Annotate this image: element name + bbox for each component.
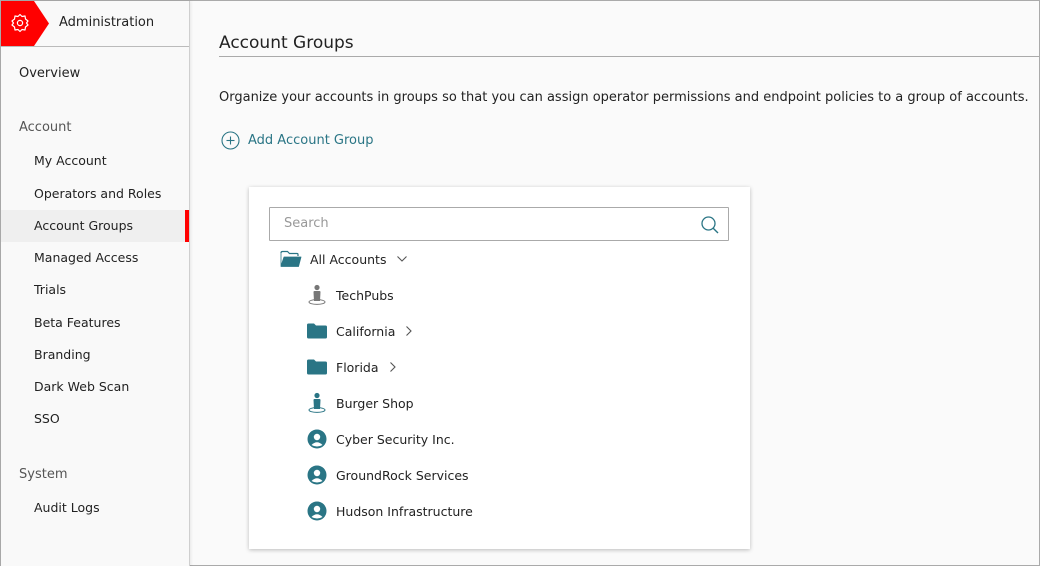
tree-item-label: California	[336, 323, 396, 339]
folder-icon	[306, 356, 328, 378]
tree-item-label: TechPubs	[336, 287, 394, 303]
managed-account-icon	[306, 284, 328, 306]
search-icon[interactable]	[700, 215, 720, 235]
folder-open-icon	[280, 248, 302, 270]
tree-item-label: Hudson Infrastructure	[336, 503, 473, 519]
gear-icon	[11, 13, 29, 33]
sidebar-item-label: Trials	[34, 282, 67, 297]
sidebar-item-audit-logs[interactable]: Audit Logs	[1, 492, 189, 524]
sidebar-item-label: Dark Web Scan	[34, 379, 130, 394]
sidebar-item-label: Branding	[34, 347, 91, 362]
sidebar-item-trials[interactable]: Trials	[1, 274, 189, 306]
sidebar-title: Administration	[59, 15, 155, 30]
sidebar-item-label: Beta Features	[34, 315, 121, 330]
managed-account-icon	[306, 392, 328, 414]
add-account-group-label: Add Account Group	[248, 133, 374, 148]
tree-item-label: Burger Shop	[336, 395, 414, 411]
folder-icon	[306, 320, 328, 342]
sidebar-item-label: Operators and Roles	[34, 186, 162, 201]
sidebar-item-label: Audit Logs	[34, 500, 100, 515]
sidebar-item-dark-web-scan[interactable]: Dark Web Scan	[1, 371, 189, 403]
tree-item-label: GroundRock Services	[336, 467, 469, 483]
sidebar-item-managed-access[interactable]: Managed Access	[1, 242, 189, 274]
account-icon	[306, 428, 328, 450]
chevron-right-icon[interactable]	[405, 325, 413, 337]
sidebar-item-sso[interactable]: SSO	[1, 403, 189, 435]
brand-badge	[1, 1, 49, 46]
sidebar-item-label: SSO	[34, 411, 60, 426]
tree-root-all-accounts[interactable]: All Accounts	[280, 247, 408, 271]
title-divider	[219, 56, 1040, 57]
sidebar-item-beta-features[interactable]: Beta Features	[1, 307, 189, 339]
page-description: Organize your accounts in groups so that…	[219, 90, 1029, 105]
account-icon	[306, 500, 328, 522]
sidebar-item-operators-and-roles[interactable]: Operators and Roles	[1, 178, 189, 210]
tree-item-hudson-infrastructure[interactable]: Hudson Infrastructure	[306, 499, 473, 523]
tree-item-techpubs[interactable]: TechPubs	[306, 283, 394, 307]
sidebar-item-label: Managed Access	[34, 250, 139, 265]
chevron-down-icon[interactable]	[396, 255, 408, 263]
account-icon	[306, 464, 328, 486]
sidebar-item-my-account[interactable]: My Account	[1, 145, 189, 177]
search-input[interactable]	[284, 216, 684, 231]
account-tree-panel: All Accounts TechPubs California	[249, 187, 750, 549]
tree-item-burger-shop[interactable]: Burger Shop	[306, 391, 414, 415]
chevron-right-icon[interactable]	[389, 361, 397, 373]
sidebar-item-overview[interactable]: Overview	[19, 66, 80, 81]
tree-item-cyber-security-inc[interactable]: Cyber Security Inc.	[306, 427, 455, 451]
tree-root-label: All Accounts	[310, 251, 387, 267]
plus-circle-icon	[221, 131, 240, 150]
tree-item-label: Florida	[336, 359, 379, 375]
search-field[interactable]	[269, 207, 729, 241]
sidebar-item-branding[interactable]: Branding	[1, 339, 189, 371]
sidebar-item-label: Account Groups	[34, 218, 134, 233]
tree-item-california[interactable]: California	[306, 319, 413, 343]
page-title: Account Groups	[219, 33, 354, 53]
sidebar: Administration Overview Account My Accou…	[1, 1, 190, 566]
add-account-group-button[interactable]: Add Account Group	[221, 131, 374, 150]
sidebar-header: Administration	[1, 1, 189, 47]
sidebar-section-account: Account	[19, 120, 72, 135]
tree-item-label: Cyber Security Inc.	[336, 431, 455, 447]
sidebar-item-account-groups[interactable]: Account Groups	[1, 210, 189, 242]
sidebar-item-label: My Account	[34, 153, 107, 168]
sidebar-section-system: System	[19, 467, 68, 482]
tree-item-florida[interactable]: Florida	[306, 355, 397, 379]
tree-item-groundrock-services[interactable]: GroundRock Services	[306, 463, 469, 487]
